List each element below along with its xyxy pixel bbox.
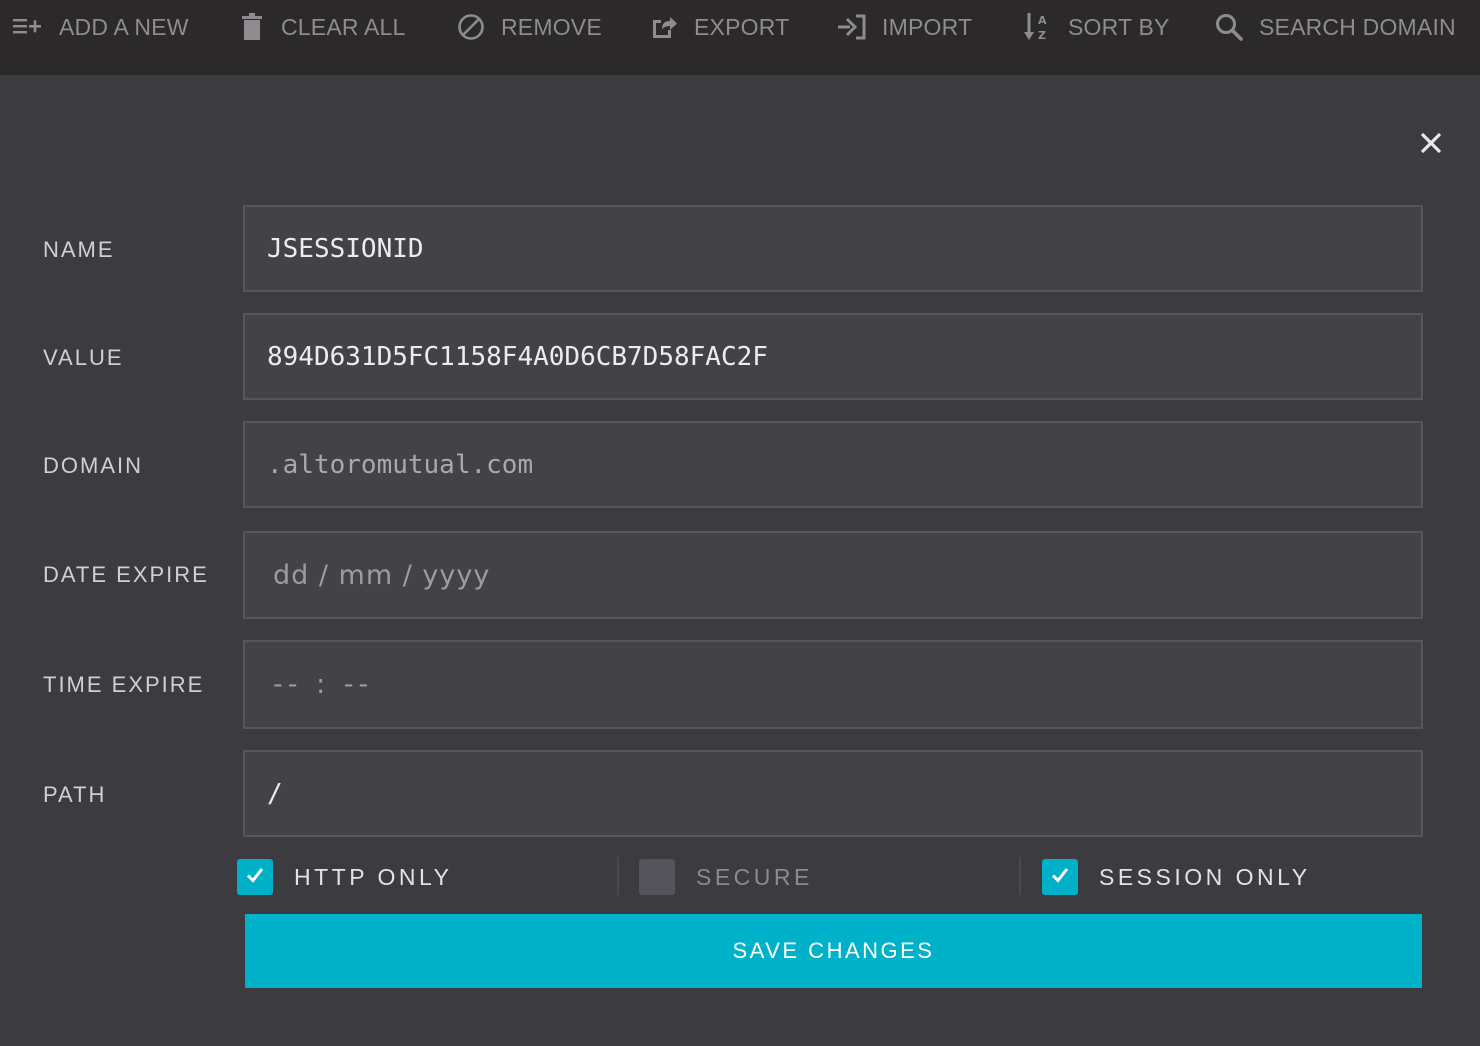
toolbar: ADD A NEW CLEAR ALL REMOVE EXPORT IMPORT… — [0, 0, 1480, 75]
http-only-option[interactable]: HTTP ONLY — [237, 858, 452, 896]
svg-text:A: A — [1038, 14, 1047, 27]
http-only-checkbox[interactable] — [237, 859, 273, 895]
add-new-label: ADD A NEW — [59, 13, 189, 40]
save-changes-button[interactable]: SAVE CHANGES — [245, 914, 1422, 988]
close-icon — [1420, 132, 1442, 159]
check-icon — [245, 866, 265, 889]
session-only-checkbox[interactable] — [1042, 859, 1078, 895]
add-list-icon — [13, 16, 43, 38]
add-new-button[interactable]: ADD A NEW — [13, 0, 189, 54]
time-expire-placeholder: -- : -- — [273, 669, 374, 700]
sort-by-button[interactable]: A Z SORT BY — [1024, 0, 1170, 54]
sort-alpha-icon: A Z — [1024, 12, 1052, 42]
path-label: PATH — [43, 782, 107, 807]
date-expire-placeholder: dd / mm / yyyy — [273, 559, 491, 591]
time-expire-label: TIME EXPIRE — [43, 672, 205, 697]
value-input[interactable] — [243, 313, 1423, 400]
date-expire-input[interactable]: dd / mm / yyyy — [243, 531, 1423, 619]
import-label: IMPORT — [882, 13, 973, 40]
close-button[interactable] — [1416, 130, 1446, 160]
secure-option[interactable]: SECURE — [639, 858, 813, 896]
export-icon — [650, 14, 678, 40]
name-input[interactable] — [243, 205, 1423, 292]
http-only-label: HTTP ONLY — [294, 863, 453, 890]
clear-all-label: CLEAR ALL — [281, 13, 406, 40]
domain-label: DOMAIN — [43, 453, 143, 478]
clear-all-button[interactable]: CLEAR ALL — [241, 0, 406, 54]
sort-by-label: SORT BY — [1068, 13, 1170, 40]
value-label: VALUE — [43, 345, 124, 370]
session-only-option[interactable]: SESSION ONLY — [1042, 858, 1311, 896]
domain-input[interactable] — [243, 421, 1423, 508]
date-expire-label: DATE EXPIRE — [43, 562, 209, 587]
svg-text:Z: Z — [1038, 29, 1046, 42]
search-domain-label: SEARCH DOMAIN — [1259, 13, 1456, 40]
block-icon — [457, 13, 485, 41]
search-domain-button[interactable]: SEARCH DOMAIN — [1215, 0, 1456, 54]
option-divider — [1019, 857, 1021, 895]
option-divider — [617, 857, 619, 895]
trash-icon — [241, 13, 265, 41]
search-icon — [1215, 13, 1243, 41]
remove-label: REMOVE — [501, 13, 602, 40]
import-button[interactable]: IMPORT — [838, 0, 972, 54]
session-only-label: SESSION ONLY — [1099, 863, 1311, 890]
import-icon — [838, 14, 866, 40]
export-button[interactable]: EXPORT — [650, 0, 789, 54]
check-icon — [1050, 866, 1070, 889]
export-label: EXPORT — [694, 13, 790, 40]
secure-checkbox[interactable] — [639, 859, 675, 895]
remove-button[interactable]: REMOVE — [457, 0, 602, 54]
secure-label: SECURE — [696, 863, 813, 890]
path-input[interactable] — [243, 750, 1423, 837]
name-label: NAME — [43, 237, 115, 262]
time-expire-input[interactable]: -- : -- — [243, 640, 1423, 729]
